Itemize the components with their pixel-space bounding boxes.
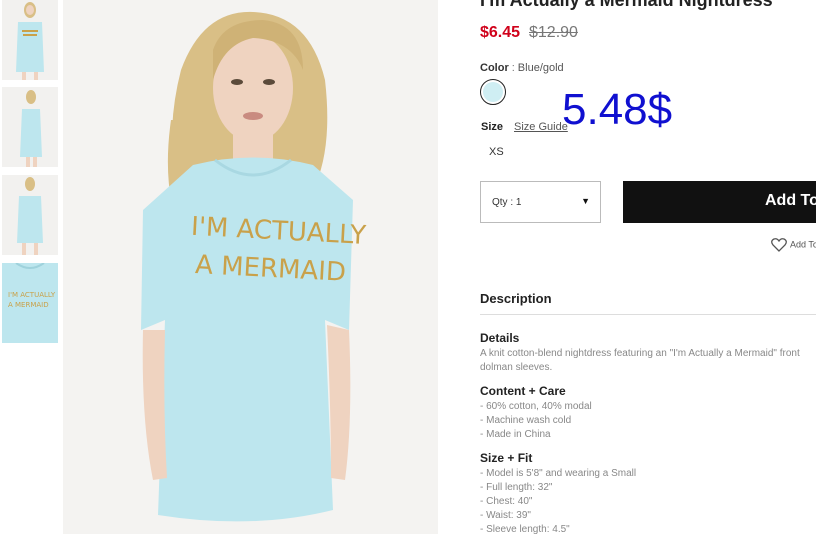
care-list: - 60% cotton, 40% modal - Machine wash c… [480,400,592,442]
fit-line: - Waist: 39" [480,510,531,521]
quantity-select[interactable]: Qty : 1 ▼ [480,181,601,223]
details-title: Details [480,331,520,345]
sale-price: $6.45 [480,24,521,41]
fit-line: - Full length: 32" [480,482,553,493]
thumbnail-detail-image: I'M ACTUALLY A MERMAID [2,263,58,343]
swatch-fill [483,82,503,102]
size-option-xs[interactable]: XS [489,146,504,158]
description-heading[interactable]: Description [480,291,552,306]
original-price: $12.90 [529,24,578,41]
svg-text:A MERMAID: A MERMAID [8,301,49,309]
svg-text:I'M ACTUALLY: I'M ACTUALLY [8,291,56,299]
fit-list: - Model is 5'8" and wearing a Small - Fu… [480,467,636,537]
add-to-bag-label: Add To Bag [765,192,816,209]
fit-line: - Chest: 40" [480,496,533,507]
details-line: dolman sleeves. [480,362,553,373]
size-label: Size [481,121,504,133]
thumbnail-detail[interactable]: I'M ACTUALLY A MERMAID [2,263,58,343]
care-line: - Machine wash cold [480,415,572,426]
care-line: - 60% cotton, 40% modal [480,401,592,412]
wishlist-link[interactable]: Add To Wishlist [771,238,816,252]
thumbnail-angle-image [2,175,58,255]
price-annotation: 5.48$ [562,85,673,134]
fit-title: Size + Fit [480,451,533,465]
color-separator: : [511,62,515,74]
description-divider [480,314,816,315]
care-line: - Made in China [480,429,551,440]
thumbnail-angle[interactable] [2,175,58,255]
add-to-bag-button[interactable]: Add To Bag [623,181,816,223]
chevron-down-icon: ▼ [581,196,590,206]
care-title: Content + Care [480,384,566,398]
thumbnail-side[interactable] [2,87,58,167]
color-value: Blue/gold [517,62,564,74]
details-text: A knit cotton-blend nightdress featuring… [480,347,800,375]
model-photo: I'M ACTUALLY A MERMAID [63,0,438,534]
wishlist-label: Add To Wishlist [790,239,816,250]
details-line: A knit cotton-blend nightdress featuring… [480,348,800,359]
color-label: Color [480,62,509,74]
fit-line: - Model is 5'8" and wearing a Small [480,468,637,479]
fit-line: - Sleeve length: 4.5" [480,524,570,535]
thumbnail-front[interactable] [2,0,58,80]
main-product-image[interactable]: I'M ACTUALLY A MERMAID [63,0,438,534]
color-swatch-blue-gold[interactable] [480,79,506,105]
thumbnail-front-image [2,0,58,80]
quantity-value: Qty : 1 [492,197,522,208]
color-row: Color: Blue/gold [480,62,564,74]
product-title: I'm Actually a Mermaid Nightdress [480,0,773,10]
thumbnail-side-image [2,87,58,167]
heart-icon [771,238,787,252]
size-guide-link[interactable]: Size Guide [514,121,568,133]
